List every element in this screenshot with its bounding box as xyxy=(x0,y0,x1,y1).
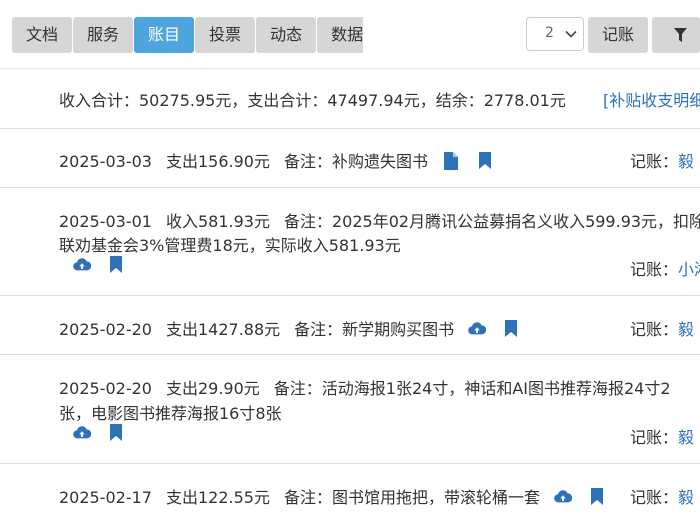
recorder: 记账：毅 xyxy=(630,320,695,339)
tab-data[interactable]: 数据 xyxy=(317,17,363,53)
tab-votes[interactable]: 投票 xyxy=(195,17,256,53)
entry-amount: 支出156.90元 xyxy=(165,152,270,171)
tab-accounts[interactable]: 账目 xyxy=(134,17,195,53)
recorder-name[interactable]: 毅 xyxy=(678,320,694,339)
entry-date: 2025-02-20 xyxy=(59,379,152,398)
filter-icon xyxy=(674,28,687,42)
entry-amount: 支出122.55元 xyxy=(165,488,270,507)
top-toolbar: 文档 服务 账目 投票 动态 数据 2 记账 xyxy=(0,0,700,69)
toolbar-actions: 2 记账 xyxy=(525,17,700,53)
cloud-upload-icon[interactable] xyxy=(468,320,487,338)
ledger-entry: 2025-03-01 收入581.93元 备注：2025年02月腾讯公益募捐名义收入… xyxy=(0,188,700,296)
ledger-entry: 2025-03-03 支出156.90元 备注：补购遗失图书 记账：毅 xyxy=(0,129,700,188)
entry-note-continued: 张，电影图书推荐海报16寸8张 xyxy=(59,404,282,423)
cloud-upload-icon[interactable] xyxy=(73,256,91,274)
recorder: 记账：毅 xyxy=(630,428,695,447)
recorder-name[interactable]: 小湘 xyxy=(678,260,700,279)
entry-date: 2025-03-01 xyxy=(59,212,152,231)
recorder-name[interactable]: 毅 xyxy=(678,428,694,447)
entry-amount: 收入581.93元 xyxy=(165,212,270,231)
entry-date: 2025-02-20 xyxy=(59,320,152,339)
recorder-name[interactable]: 毅 xyxy=(678,488,694,507)
record-button[interactable]: 记账 xyxy=(587,17,648,53)
entry-note-continued: 联劝基金会3%管理费18元，实际收入581.93元 xyxy=(59,236,401,255)
recorder: 记账：毅 xyxy=(630,488,695,507)
recorder: 记账：毅 xyxy=(630,152,695,171)
entry-amount: 支出1427.88元 xyxy=(165,320,281,339)
ledger-entry: 2025-02-20 支出1427.88元 备注：新学期购买图书 记账：毅 xyxy=(0,296,700,355)
file-icon[interactable] xyxy=(442,152,460,170)
year-select-value: 2 xyxy=(544,25,554,41)
entry-date: 2025-02-17 xyxy=(59,488,152,507)
totals-summary: 收入合计：50275.95元，支出合计：47497.94元，结余：2778.01… xyxy=(59,91,566,110)
bookmark-icon[interactable] xyxy=(107,256,125,274)
entry-note: 备注：2025年02月腾讯公益募捐名义收入599.93元，扣除 xyxy=(283,212,700,231)
subsidy-detail-link[interactable]: [补贴收支明细 xyxy=(603,87,700,111)
recorder-name[interactable]: 毅 xyxy=(678,152,694,171)
tab-documents[interactable]: 文档 xyxy=(12,17,73,53)
bookmark-icon[interactable] xyxy=(476,152,494,170)
ledger-entry: 2025-02-17 支出122.55元 备注：图书馆用拖把，带滚轮桶一套 记账：毅 xyxy=(0,464,700,522)
chevron-down-icon xyxy=(565,30,577,38)
entry-note: 备注：图书馆用拖把，带滚轮桶一套 xyxy=(283,488,540,507)
cloud-upload-icon[interactable] xyxy=(73,424,91,442)
tab-activity[interactable]: 动态 xyxy=(256,17,317,53)
entry-date: 2025-03-03 xyxy=(59,152,152,171)
summary-row: 收入合计：50275.95元，支出合计：47497.94元，结余：2778.01… xyxy=(0,69,700,129)
tab-bar: 文档 服务 账目 投票 动态 数据 xyxy=(12,17,363,53)
bookmark-icon[interactable] xyxy=(107,424,125,442)
entry-note: 备注：活动海报1张24寸，神话和AI图书推荐海报24寸2 xyxy=(273,379,671,398)
entry-amount: 支出29.90元 xyxy=(165,379,260,398)
entry-note: 备注：补购遗失图书 xyxy=(283,152,428,171)
bookmark-icon[interactable] xyxy=(588,488,606,506)
filter-button[interactable] xyxy=(652,17,700,53)
bookmark-icon[interactable] xyxy=(502,320,520,338)
entry-note: 备注：新学期购买图书 xyxy=(294,320,455,339)
cloud-upload-icon[interactable] xyxy=(554,488,572,506)
ledger-entry: 2025-02-20 支出29.90元 备注：活动海报1张24寸，神话和AI图书推荐… xyxy=(0,355,700,464)
year-select[interactable]: 2 xyxy=(525,17,584,51)
recorder: 记账：小湘 xyxy=(630,256,700,280)
tab-services[interactable]: 服务 xyxy=(73,17,134,53)
